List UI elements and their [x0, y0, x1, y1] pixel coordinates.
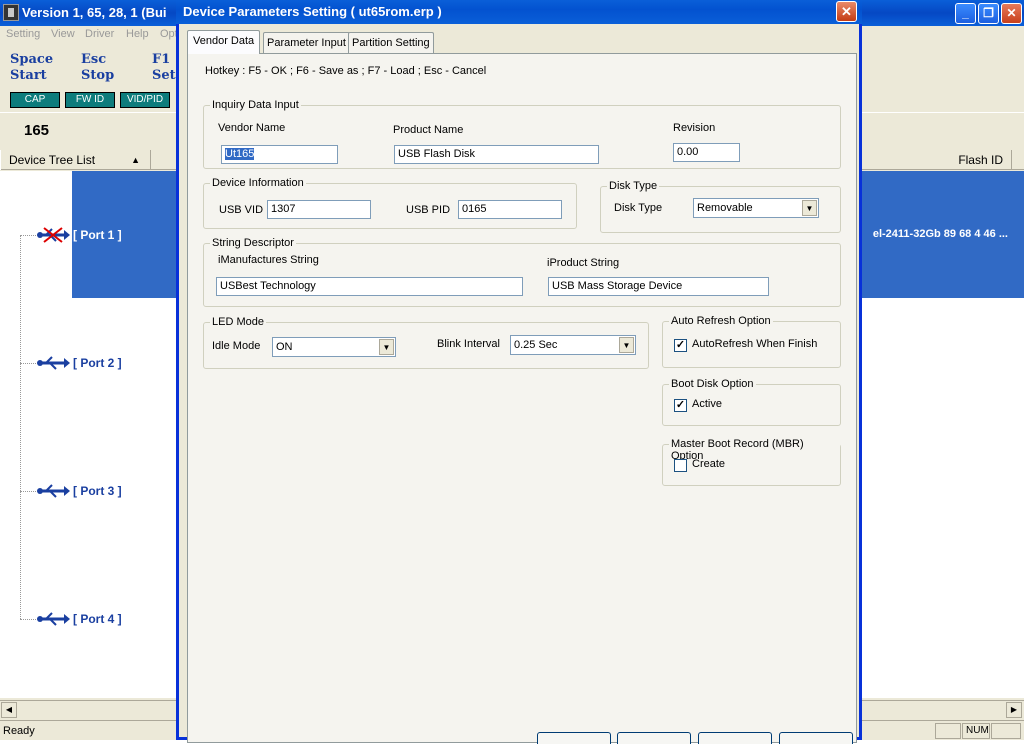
- dialog-button-row: [179, 728, 865, 744]
- chevron-down-icon[interactable]: ▼: [619, 337, 634, 353]
- usb-pid-label: USB PID: [406, 204, 451, 216]
- revision-input[interactable]: 0.00: [673, 143, 740, 162]
- boot-active-checkbox[interactable]: ✓: [674, 399, 687, 412]
- dialog-close-button[interactable]: ✕: [836, 1, 857, 22]
- disk-type-label: Disk Type: [614, 202, 663, 214]
- dialog-button[interactable]: [537, 732, 611, 744]
- usb-icon: [37, 484, 70, 498]
- usb-icon-error: [37, 227, 70, 243]
- vendor-name-input[interactable]: Ut165: [221, 145, 338, 164]
- device-parameters-dialog: Device Parameters Setting ( ut65rom.erp …: [176, 0, 865, 744]
- tab-vendor-data[interactable]: Vendor Data: [187, 30, 261, 54]
- idle-mode-label: Idle Mode: [212, 340, 261, 352]
- scroll-right-icon[interactable]: ▶: [1006, 702, 1022, 718]
- vid-pid-button[interactable]: VID/PID: [120, 92, 170, 108]
- idle-mode-select[interactable]: ON ▼: [272, 337, 396, 357]
- status-panel: [935, 723, 961, 739]
- tree-branch: [20, 491, 36, 492]
- blink-interval-select[interactable]: 0.25 Sec ▼: [510, 335, 636, 355]
- hotkey-start[interactable]: Space Start: [10, 52, 53, 84]
- main-window-title: Version 1, 65, 28, 1 (Bui: [22, 5, 167, 20]
- product-string-label: iProduct String: [547, 257, 620, 269]
- group-caption: Disk Type: [607, 180, 660, 192]
- group-caption: Auto Refresh Option: [669, 315, 773, 327]
- app-icon: [3, 4, 19, 21]
- dialog-button[interactable]: [779, 732, 853, 744]
- usb-icon: [37, 612, 70, 626]
- menu-setting[interactable]: Setting: [6, 28, 40, 40]
- chevron-down-icon[interactable]: ▼: [379, 339, 394, 355]
- status-panel: [991, 723, 1021, 739]
- column-device-tree[interactable]: Device Tree List ▲: [0, 150, 151, 170]
- tree-port-3[interactable]: [ Port 3 ]: [73, 484, 122, 498]
- autorefresh-label[interactable]: AutoRefresh When Finish: [692, 338, 817, 350]
- autorefresh-checkbox[interactable]: ✓: [674, 339, 687, 352]
- blink-interval-label: Blink Interval: [437, 338, 500, 350]
- group-caption: Device Information: [210, 177, 306, 189]
- string-descriptor-group: String Descriptor iManufactures String U…: [203, 237, 841, 307]
- led-mode-group: LED Mode Idle Mode ON ▼ Blink Interval 0…: [203, 316, 649, 369]
- status-text: Ready: [3, 725, 35, 737]
- tree-branch: [20, 619, 36, 620]
- sort-up-icon: ▲: [131, 155, 140, 165]
- fw-id-button[interactable]: FW ID: [65, 92, 115, 108]
- disk-type-select[interactable]: Removable ▼: [693, 198, 819, 218]
- tree-connector: [20, 235, 21, 619]
- tree-port-2[interactable]: [ Port 2 ]: [73, 356, 122, 370]
- tree-port-4[interactable]: [ Port 4 ]: [73, 612, 122, 626]
- manufactures-string-label: iManufactures String: [218, 254, 319, 266]
- dialog-title: Device Parameters Setting ( ut65rom.erp …: [183, 4, 442, 19]
- group-caption: String Descriptor: [210, 237, 296, 249]
- tree-branch: [20, 235, 36, 236]
- dialog-button[interactable]: [698, 732, 772, 744]
- restore-button[interactable]: ❐: [978, 3, 999, 24]
- mbr-create-label[interactable]: Create: [692, 458, 725, 470]
- dialog-button[interactable]: [617, 732, 691, 744]
- product-string-input[interactable]: USB Mass Storage Device: [548, 277, 769, 296]
- column-flash-id[interactable]: Flash ID: [860, 150, 1012, 170]
- hotkey-stop[interactable]: Esc Stop: [81, 52, 114, 84]
- menu-view[interactable]: View: [51, 28, 75, 40]
- tree-port-1[interactable]: [ Port 1 ]: [73, 228, 122, 242]
- device-information-group: Device Information USB VID 1307 USB PID …: [203, 177, 577, 229]
- hotkey-hint: Hotkey : F5 - OK ; F6 - Save as ; F7 - L…: [205, 65, 487, 77]
- inquiry-data-group: Inquiry Data Input Vendor Name Ut165 Pro…: [203, 99, 841, 169]
- usb-icon: [37, 356, 70, 370]
- cap-button[interactable]: CAP: [10, 92, 60, 108]
- manufactures-string-input[interactable]: USBest Technology: [216, 277, 523, 296]
- minimize-button[interactable]: _: [955, 3, 976, 24]
- usb-vid-input[interactable]: 1307: [267, 200, 371, 219]
- boot-active-label[interactable]: Active: [692, 398, 722, 410]
- tab-partition-setting[interactable]: Partition Setting: [348, 32, 434, 53]
- tab-parameter-input[interactable]: Parameter Input: [263, 32, 350, 53]
- mbr-create-checkbox[interactable]: [674, 459, 687, 472]
- tree-branch: [20, 363, 36, 364]
- chevron-down-icon[interactable]: ▼: [802, 200, 817, 216]
- group-caption: Inquiry Data Input: [210, 99, 301, 111]
- menu-driver[interactable]: Driver: [85, 28, 114, 40]
- selected-flash-id: el-2411-32Gb 89 68 4 46 ...: [872, 228, 1008, 240]
- menu-help[interactable]: Help: [126, 28, 149, 40]
- main-close-button[interactable]: ✕: [1001, 3, 1022, 24]
- num-lock-indicator: NUM: [962, 723, 990, 739]
- usb-vid-label: USB VID: [219, 204, 264, 216]
- disk-type-group: Disk Type Disk Type Removable ▼: [600, 180, 841, 233]
- scroll-left-icon[interactable]: ◀: [1, 702, 17, 718]
- usb-pid-input[interactable]: 0165: [458, 200, 562, 219]
- group-caption: Boot Disk Option: [669, 378, 756, 390]
- boot-disk-group: Boot Disk Option ✓ Active: [662, 378, 841, 426]
- mbr-option-group: Master Boot Record (MBR) Option Create: [662, 438, 841, 486]
- device-count: 165: [24, 122, 50, 139]
- dialog-title-bar[interactable]: Device Parameters Setting ( ut65rom.erp …: [176, 0, 862, 24]
- product-name-input[interactable]: USB Flash Disk: [394, 145, 599, 164]
- group-caption: LED Mode: [210, 316, 266, 328]
- product-name-label: Product Name: [393, 124, 464, 136]
- auto-refresh-group: Auto Refresh Option ✓ AutoRefresh When F…: [662, 315, 841, 368]
- vendor-name-label: Vendor Name: [218, 122, 286, 134]
- revision-label: Revision: [673, 122, 716, 134]
